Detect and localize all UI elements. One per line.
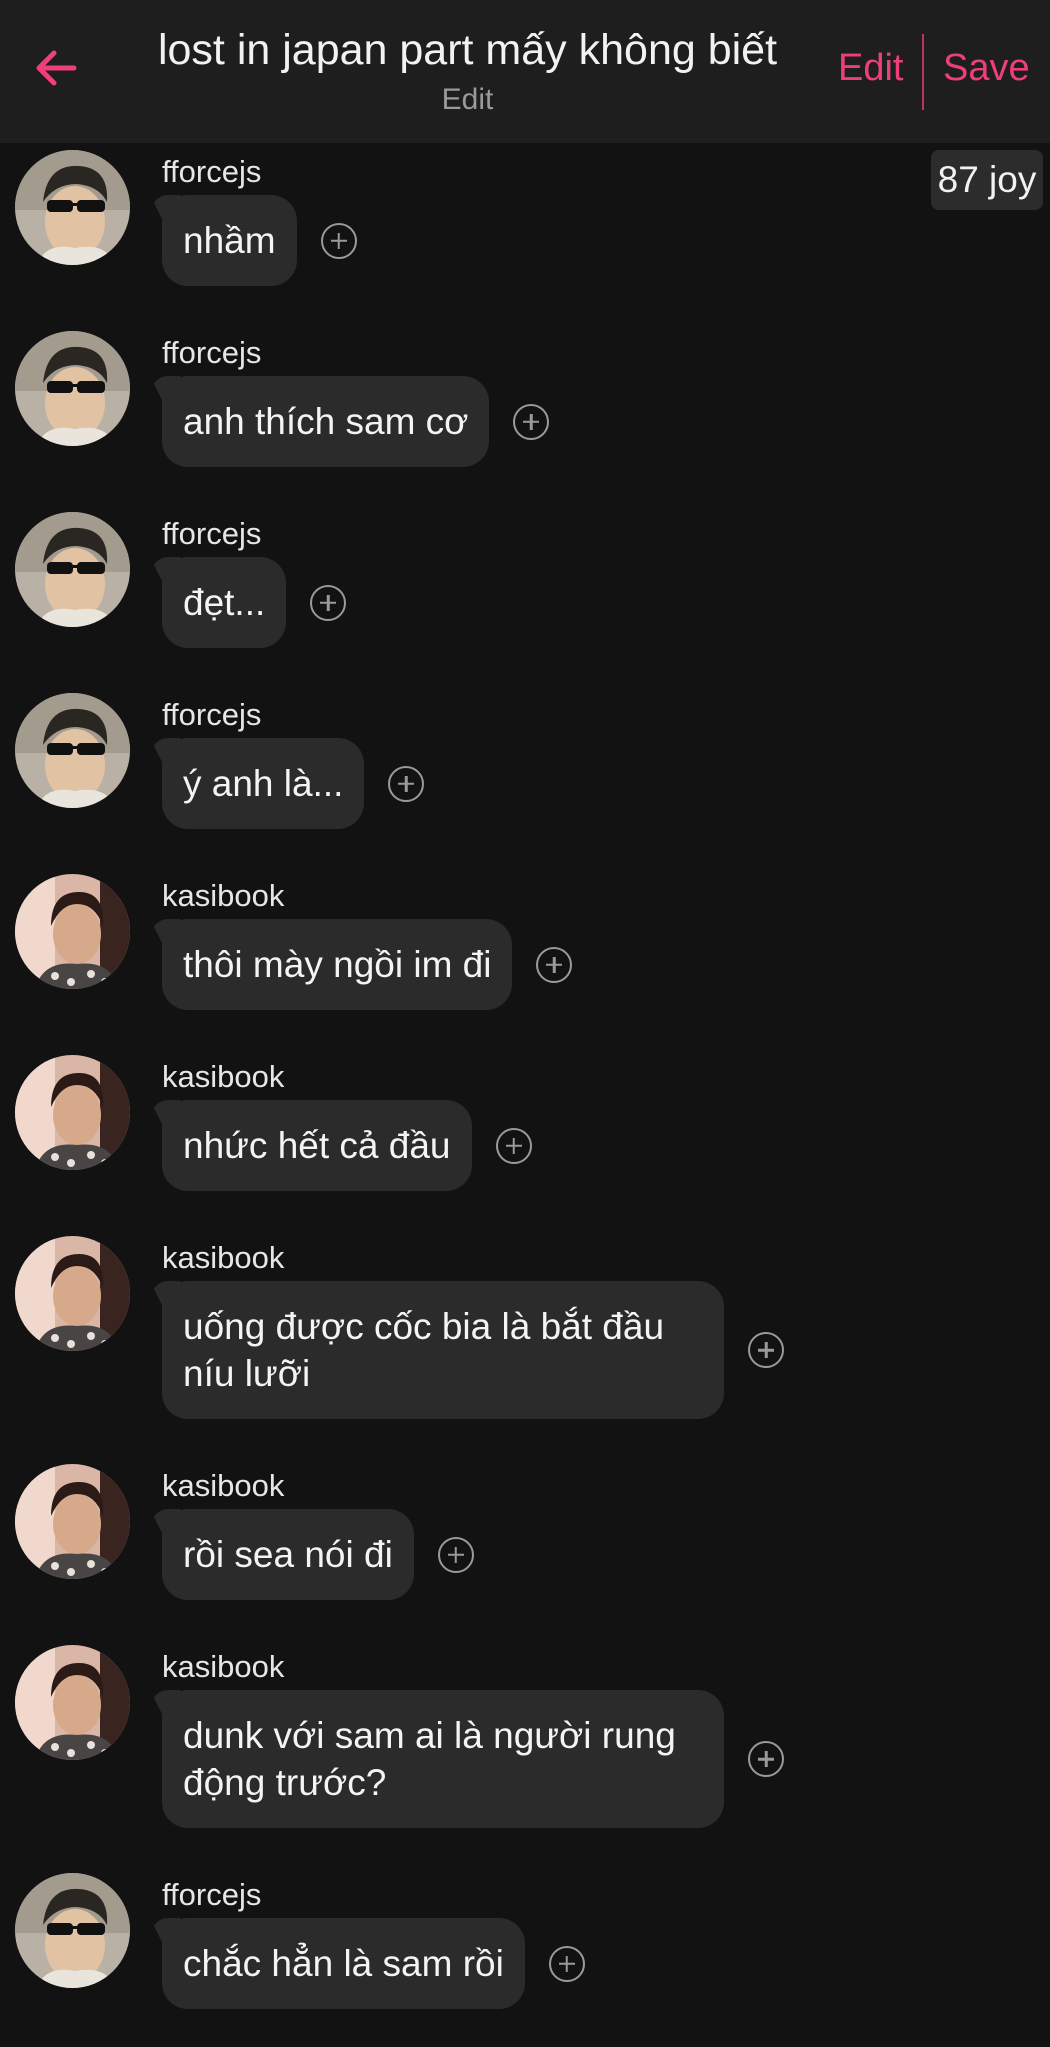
add-reaction-plus-icon[interactable] [513, 403, 550, 440]
avatar-fforcejs[interactable] [15, 693, 130, 808]
message-item: kasibook rồi sea nói đi [0, 1457, 1050, 1600]
message-row: đẹt... [162, 557, 1050, 648]
avatar-fforcejs[interactable] [15, 1873, 130, 1988]
message-username[interactable]: kasibook [162, 1048, 1050, 1096]
page-title: lost in japan part mấy không biết [157, 26, 778, 74]
message-item: fforcejs nhầm [0, 143, 1050, 286]
message-bubble[interactable]: anh thích sam cơ [162, 376, 490, 467]
avatar-fforcejs[interactable] [15, 150, 130, 265]
page-subtitle: Edit [441, 83, 494, 116]
message-item: fforcejs anh thích sam cơ [0, 324, 1050, 467]
message-bubble[interactable]: ý anh là... [162, 738, 365, 829]
message-username[interactable]: fforcejs [162, 505, 1050, 553]
message-username[interactable]: fforcejs [162, 324, 1050, 372]
message-item: fforcejs đẹt... [0, 505, 1050, 648]
message-username[interactable]: fforcejs [162, 1866, 1050, 1914]
avatar-fforcejs[interactable] [15, 512, 130, 627]
message-row: nhức hết cả đầu [162, 1100, 1050, 1191]
message-username[interactable]: fforcejs [162, 143, 1050, 191]
avatar-kasibook[interactable] [15, 874, 130, 989]
arrow-left-icon [36, 50, 77, 86]
avatar-kasibook[interactable] [15, 1055, 130, 1170]
message-row: thôi mày ngồi im đi [162, 919, 1050, 1010]
add-reaction-plus-icon[interactable] [536, 946, 573, 983]
message-row: uống được cốc bia là bắt đầu níu lưỡi [162, 1281, 1050, 1419]
message-username[interactable]: fforcejs [162, 686, 1050, 734]
avatar-kasibook[interactable] [15, 1464, 130, 1579]
message-row: ý anh là... [162, 738, 1050, 829]
message-item: kasibook thôi mày ngồi im đi [0, 867, 1050, 1010]
message-bubble[interactable]: thôi mày ngồi im đi [162, 919, 513, 1010]
message-row: rồi sea nói đi [162, 1509, 1050, 1600]
message-username[interactable]: kasibook [162, 1457, 1050, 1505]
message-item: kasibook dunk với sam ai là người rung độ… [0, 1638, 1050, 1828]
message-item: kasibook nhức hết cả đầu [0, 1048, 1050, 1191]
message-row: anh thích sam cơ [162, 376, 1050, 467]
top-bar: lost in japan part mấy không biết Edit E… [0, 0, 1050, 143]
message-bubble[interactable]: chắc hẳn là sam rồi [162, 1918, 525, 2009]
message-item: fforcejs chắc hẳn là sam rồi [0, 1866, 1050, 2009]
message-username[interactable]: kasibook [162, 1229, 1050, 1277]
add-reaction-plus-icon[interactable] [495, 1127, 532, 1164]
message-row: chắc hẳn là sam rồi [162, 1918, 1050, 2009]
add-reaction-plus-icon[interactable] [388, 765, 425, 802]
message-bubble[interactable]: đẹt... [162, 557, 287, 648]
header-divider [922, 34, 924, 110]
edit-button[interactable]: Edit [838, 44, 903, 92]
message-row: dunk với sam ai là người rung động trước… [162, 1690, 1050, 1828]
add-reaction-plus-icon[interactable] [548, 1945, 585, 1982]
avatar-kasibook[interactable] [15, 1645, 130, 1760]
message-bubble[interactable]: rồi sea nói đi [162, 1509, 414, 1600]
message-row: nhầm [162, 195, 1050, 286]
header-title-block: lost in japan part mấy không biết Edit [110, 22, 825, 120]
message-item: kasibook uống được cốc bia là bắt đầu níu… [0, 1229, 1050, 1419]
message-bubble[interactable]: dunk với sam ai là người rung động trước… [162, 1690, 724, 1828]
message-item: fforcejs ý anh là... [0, 686, 1050, 829]
avatar-kasibook[interactable] [15, 1236, 130, 1351]
message-bubble[interactable]: nhầm [162, 195, 297, 286]
message-bubble[interactable]: uống được cốc bia là bắt đầu níu lưỡi [162, 1281, 724, 1419]
message-bubble[interactable]: nhức hết cả đầu [162, 1100, 472, 1191]
add-reaction-plus-icon[interactable] [437, 1536, 474, 1573]
back-button[interactable] [18, 30, 94, 106]
add-reaction-plus-icon[interactable] [320, 222, 357, 259]
message-username[interactable]: kasibook [162, 1638, 1050, 1686]
save-button[interactable]: Save [943, 44, 1030, 92]
add-reaction-plus-icon[interactable] [748, 1332, 784, 1368]
avatar-fforcejs[interactable] [15, 331, 130, 446]
message-username[interactable]: kasibook [162, 867, 1050, 915]
add-reaction-plus-icon[interactable] [310, 584, 347, 621]
message-list: fforcejs nhầm fforcejs anh thích sam cơ ff… [0, 143, 1050, 2047]
add-reaction-plus-icon[interactable] [748, 1741, 784, 1777]
